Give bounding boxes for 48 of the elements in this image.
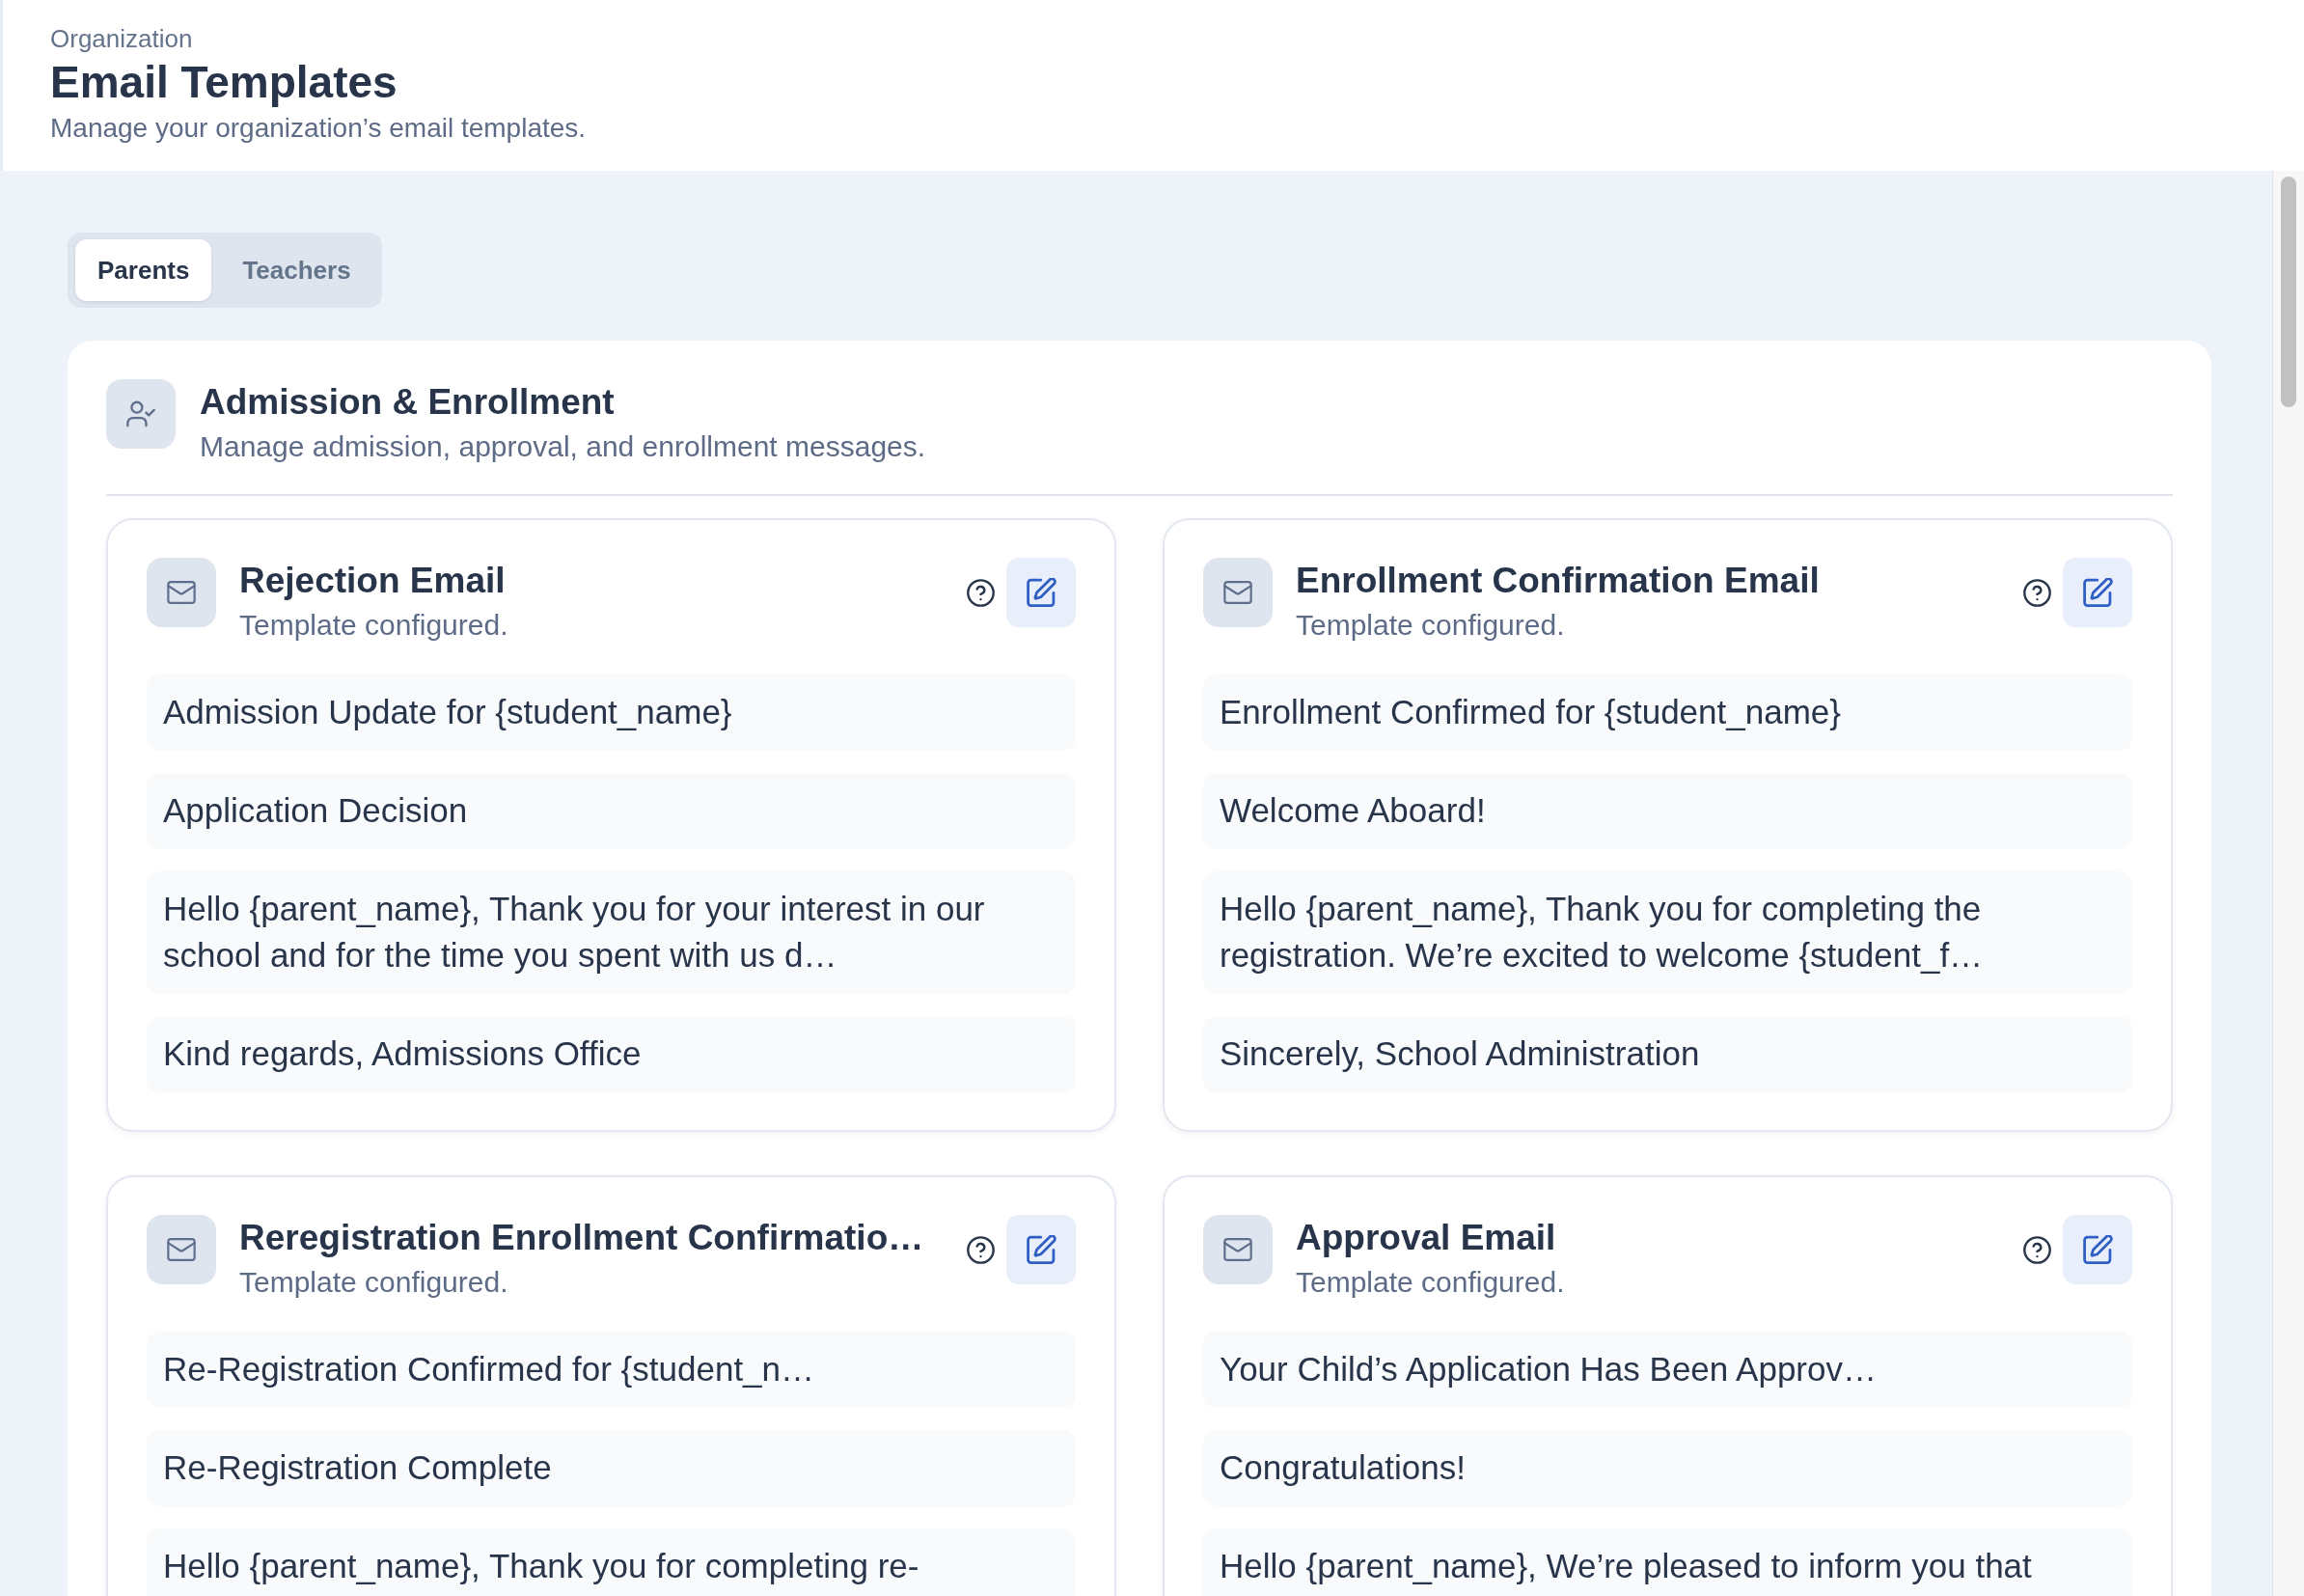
help-icon[interactable]	[2023, 578, 2051, 607]
preview-field: Sincerely, School Administration	[1203, 1016, 2132, 1092]
preview-field: Application Decision	[147, 773, 1076, 849]
template-status: Template configured.	[239, 1265, 509, 1300]
edit-icon	[1026, 578, 1056, 607]
help-icon[interactable]	[2023, 1235, 2051, 1264]
preview-field: Admission Update for {student_name}	[147, 674, 1076, 751]
tab[interactable]: Teachers	[220, 239, 373, 301]
preview-field: Re-Registration Complete	[147, 1430, 1076, 1506]
template-title: Reregistration Enrollment Confirmatio…	[239, 1217, 925, 1259]
template-title: Rejection Email	[239, 560, 507, 602]
section-subtitle: Manage admission, approval, and enrollment messages.	[200, 429, 926, 464]
edit-button[interactable]	[1006, 1215, 1076, 1284]
template-title: Approval Email	[1296, 1217, 1557, 1259]
preview-field: Re-Registration Confirmed for {student_n…	[147, 1332, 1076, 1408]
scrollbar-thumb[interactable]	[2281, 177, 2296, 407]
preview-field: Hello {parent_name}, Thank you for completing the registration. We’re excited to welcome {student_f…	[1203, 871, 2132, 994]
page-title: Email Templates	[50, 56, 398, 109]
help-icon[interactable]	[967, 1235, 995, 1264]
preview-field: Congratulations!	[1203, 1430, 2132, 1506]
preview-field: Hello {parent_name}, Thank you for your interest in our school and for the time you spent with us d…	[147, 871, 1076, 994]
page-subtitle: Manage your organization’s email templates.	[50, 112, 588, 145]
section-title: Admission & Enrollment	[200, 381, 616, 424]
template-status: Template configured.	[1296, 1265, 1566, 1300]
template-title: Enrollment Confirmation Email	[1296, 560, 1821, 602]
person-check-icon	[106, 379, 176, 449]
edit-button[interactable]	[2063, 558, 2132, 627]
tab[interactable]: Parents	[75, 239, 212, 301]
edit-icon	[1026, 1235, 1056, 1264]
preview-field: Welcome Aboard!	[1203, 773, 2132, 849]
preview-field: Hello {parent_name}, We’re pleased to inform you that	[1203, 1528, 2132, 1596]
envelope-icon	[147, 1215, 216, 1284]
scrollbar[interactable]	[2272, 171, 2304, 1596]
edit-button[interactable]	[2063, 1215, 2132, 1284]
envelope-icon	[1203, 1215, 1273, 1284]
preview-field: Kind regards, Admissions Office	[147, 1016, 1076, 1092]
breadcrumb-text: Organization	[50, 23, 194, 55]
help-icon[interactable]	[967, 578, 995, 607]
preview-field: Your Child’s Application Has Been Approv…	[1203, 1332, 2132, 1408]
edit-button[interactable]	[1006, 558, 1076, 627]
preview-field: Hello {parent_name}, Thank you for completing re-	[147, 1528, 1076, 1596]
template-status: Template configured.	[1296, 608, 1566, 643]
envelope-icon	[1203, 558, 1273, 627]
edit-icon	[2082, 1235, 2113, 1264]
preview-field: Enrollment Confirmed for {student_name}	[1203, 674, 2132, 751]
edit-icon	[2082, 578, 2113, 607]
envelope-icon	[147, 558, 216, 627]
template-status: Template configured.	[239, 608, 509, 643]
